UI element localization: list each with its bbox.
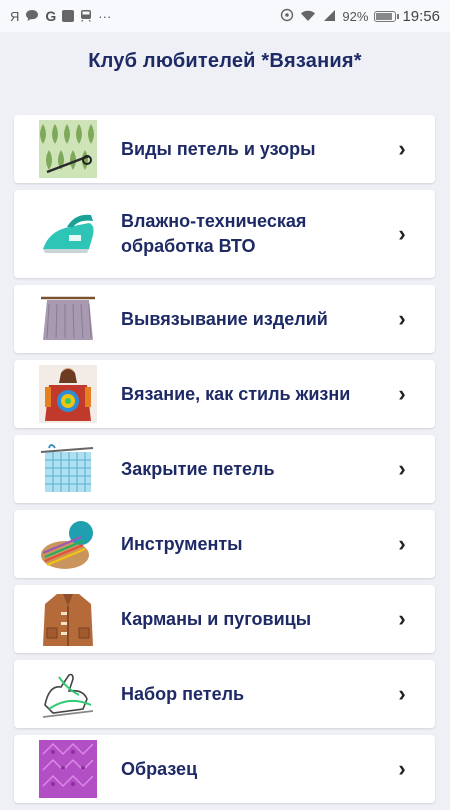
yandex-icon: Я	[10, 8, 20, 24]
menu-item-tools[interactable]: Инструменты ›	[14, 510, 435, 578]
chevron-right-icon: ›	[398, 606, 406, 631]
chevron-right-icon: ›	[398, 306, 406, 331]
chevron-right-icon: ›	[398, 456, 406, 481]
battery-percent: 92%	[342, 8, 369, 24]
status-right: 92% 19:56	[280, 8, 440, 25]
train-icon	[80, 9, 92, 24]
menu-item-label: Закрытие петель	[121, 458, 275, 479]
google-icon: G	[45, 8, 57, 24]
menu-item-knitting-lifestyle[interactable]: Вязание, как стиль жизни ›	[14, 360, 435, 428]
nfc-icon	[280, 8, 294, 24]
menu-item-label: Вязание, как стиль жизни	[121, 383, 351, 404]
menu-item-cast-on[interactable]: Набор петель ›	[14, 660, 435, 728]
chevron-right-icon: ›	[398, 531, 406, 556]
menu-item-label: Вывязывание изделий	[121, 308, 328, 329]
menu-item-wet-processing[interactable]: Влажно-техническая обработка ВТО ›	[14, 190, 435, 278]
lace-sample-thumb	[39, 740, 97, 798]
chevron-right-icon: ›	[398, 136, 406, 161]
menu-item-knitting-garments[interactable]: Вывязывание изделий ›	[14, 285, 435, 353]
menu-list: Виды петель и узоры › Влажно-техническая…	[14, 115, 435, 810]
battery-fill	[376, 12, 393, 20]
coat-with-buttons-thumb	[39, 590, 97, 648]
status-left: Я G ···	[10, 8, 111, 24]
menu-item-label: Влажно-техническая обработка ВТО	[121, 211, 307, 256]
knit-pattern-thumb	[39, 120, 97, 178]
knitting-tools-thumb	[39, 515, 97, 573]
menu-item-sample[interactable]: Образец ›	[14, 735, 435, 803]
square-icon	[62, 10, 75, 22]
battery-icon	[374, 10, 400, 22]
menu-item-label: Образец	[121, 758, 198, 779]
wifi-icon	[300, 9, 316, 24]
more-icon: ···	[98, 8, 112, 24]
menu-item-stitches-and-patterns[interactable]: Виды петель и узоры ›	[14, 115, 435, 183]
page-title: Клуб любителей *Вязания*	[88, 50, 362, 72]
menu-item-label: Карманы и пуговицы	[121, 608, 312, 629]
chevron-right-icon: ›	[398, 381, 406, 406]
signal-icon	[322, 9, 336, 24]
chevron-right-icon: ›	[398, 756, 406, 781]
knitted-skirt-thumb	[39, 290, 97, 348]
status-time: 19:56	[402, 7, 440, 25]
cast-on-hand-thumb	[39, 665, 97, 723]
status-bar: Я G ··· 92% 19:56	[0, 0, 450, 32]
crochet-top-thumb	[39, 365, 97, 423]
message-icon	[25, 9, 39, 24]
steam-iron-thumb	[39, 205, 97, 263]
menu-item-label: Виды петель и узоры	[121, 138, 316, 159]
menu-item-pockets-and-buttons[interactable]: Карманы и пуговицы ›	[14, 585, 435, 653]
menu-item-label: Инструменты	[121, 533, 243, 554]
chevron-right-icon: ›	[398, 681, 406, 706]
binding-off-thumb	[39, 440, 97, 498]
menu-item-label: Набор петель	[121, 683, 245, 704]
chevron-right-icon: ›	[398, 221, 406, 246]
menu-item-binding-off[interactable]: Закрытие петель ›	[14, 435, 435, 503]
